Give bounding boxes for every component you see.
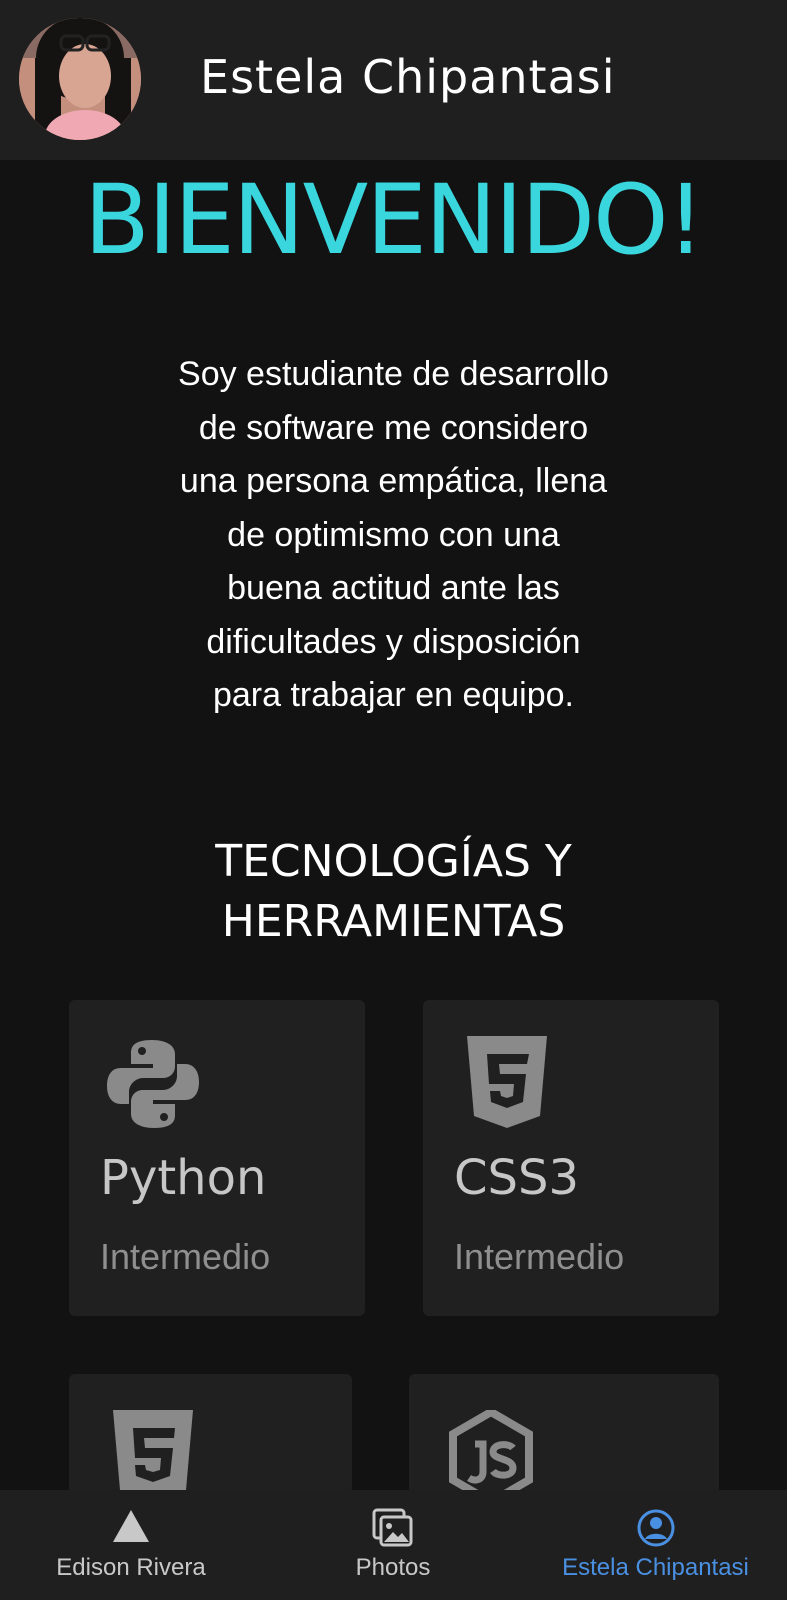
photos-icon [372,1508,414,1552]
tech-card-html5[interactable] [69,1374,352,1502]
avatar-photo-icon [19,18,141,140]
bio-line: dificultades y disposición [206,622,581,661]
tech-name: Python [100,1150,267,1206]
nav-item-label: Edison Rivera [56,1554,206,1581]
nav-item-label: Photos [355,1554,431,1581]
nav-item-photos[interactable]: Photos [262,1490,524,1600]
bio-text: Soy estudiante de desarrollo de software… [150,348,637,723]
tech-name: CSS3 [454,1150,579,1206]
tech-level: Intermedio [100,1236,271,1277]
welcome-heading: BIENVENIDO! [83,164,705,276]
bio-line: Soy estudiante de desarrollo [178,355,609,393]
nav-item-edison-rivera[interactable]: Edison Rivera [0,1490,262,1600]
triangle-icon [111,1508,151,1548]
bio-line: de software me considero [198,408,589,447]
bio-line: de optimismo con una [227,515,560,554]
person-circle-icon [636,1508,676,1552]
profile-name: Estela Chipantasi [200,50,616,104]
bio-line: buena actitud ante las [227,569,560,607]
app-header: Estela Chipantasi [0,0,787,160]
bio-line: para trabajar en equipo. [212,676,575,714]
section-title-line: HERRAMIENTAS [221,896,566,947]
tech-level: Intermedio [454,1236,625,1277]
nav-item-estela-chipantasi[interactable]: Estela Chipantasi [524,1490,787,1600]
bottom-navigation: Edison Rivera Photos Estela Chipantasi [0,1490,787,1600]
css3-icon [467,1036,547,1134]
tech-card-css3[interactable]: CSS3 Intermedio [423,1000,719,1316]
nav-item-label: Estela Chipantasi [562,1554,749,1581]
avatar[interactable] [19,18,141,140]
section-title: TECNOLOGÍAS Y HERRAMIENTAS [0,832,787,952]
tech-card-nodejs[interactable] [409,1374,719,1507]
section-title-line: TECNOLOGÍAS Y [215,836,572,887]
tech-card-python[interactable]: Python Intermedio [69,1000,365,1316]
python-icon [105,1036,201,1136]
bio-line: una persona empática, llena [179,462,608,500]
